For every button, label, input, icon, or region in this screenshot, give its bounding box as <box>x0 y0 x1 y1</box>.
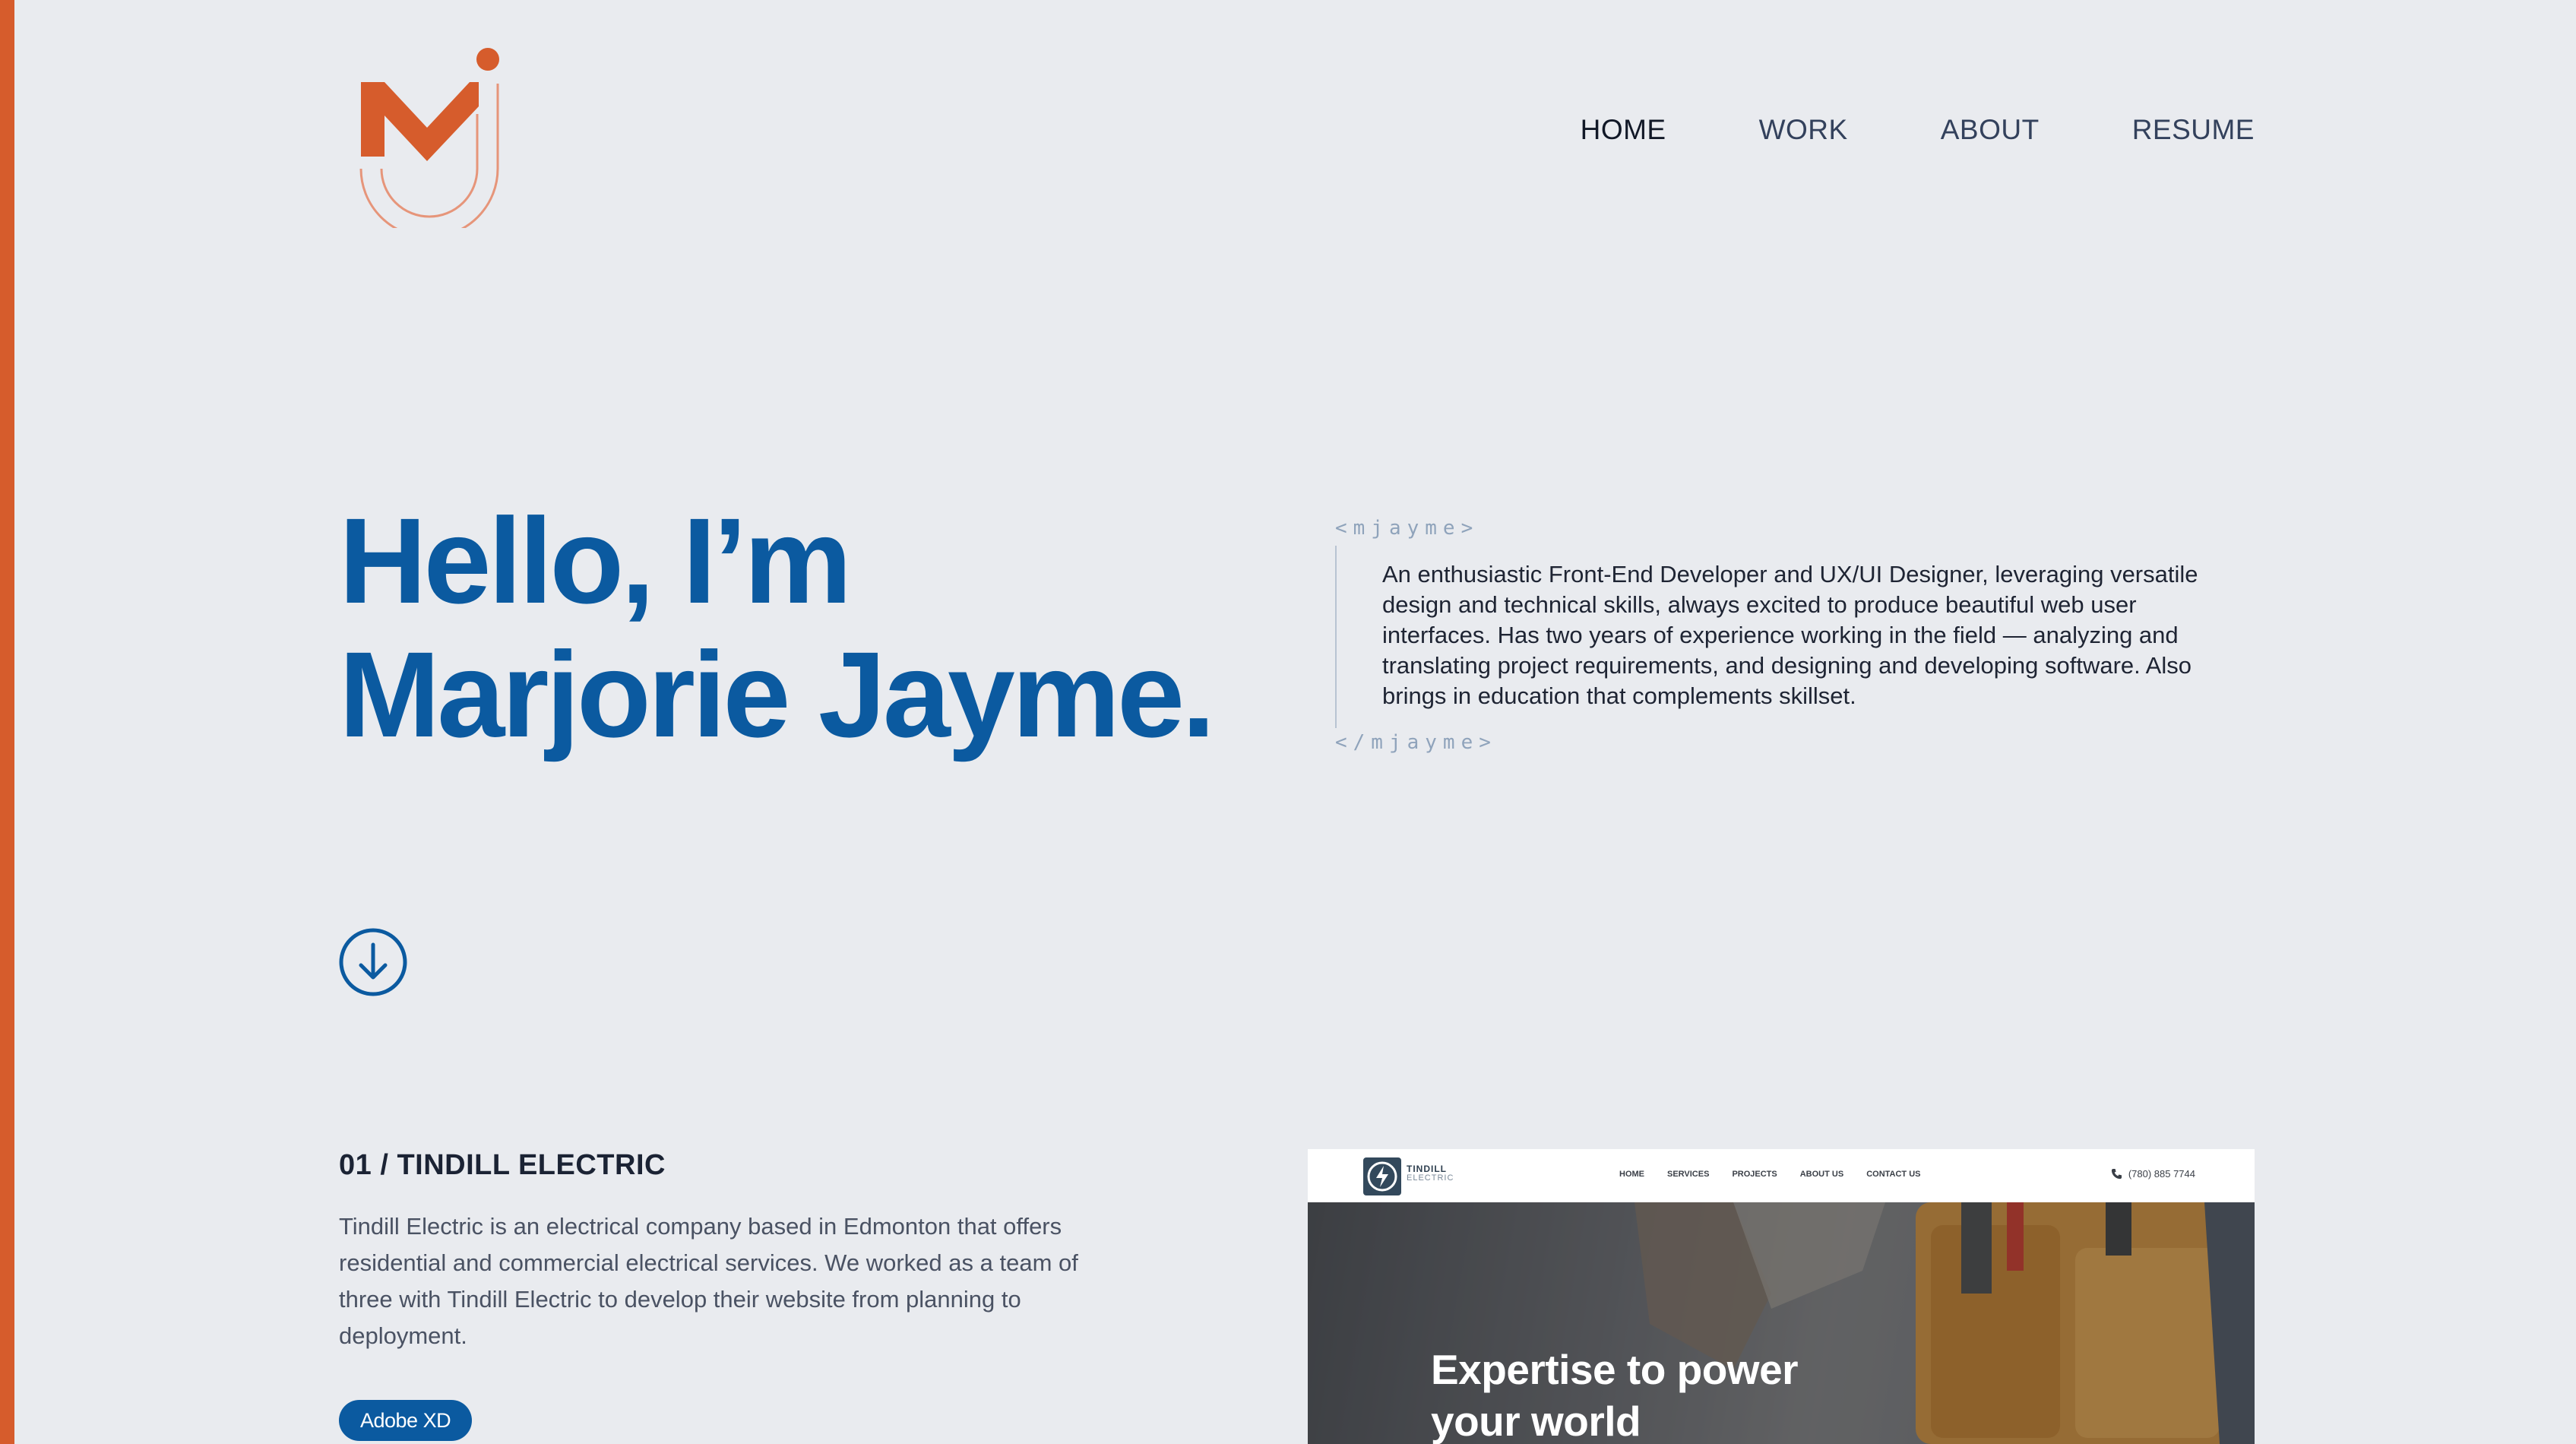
hero-title-line2: Marjorie Jayme. <box>339 626 1216 762</box>
preview-nav-about: ABOUT US <box>1799 1170 1844 1179</box>
nav-about[interactable]: ABOUT <box>1941 114 2040 146</box>
project-preview-image[interactable]: TINDILL ELECTRIC HOME SERVICES PROJECTS … <box>1308 1149 2255 1444</box>
code-tag-close: </mjayme> <box>1335 731 1497 754</box>
hero-title: Hello, I’m Marjorie Jayme. <box>339 492 1216 762</box>
preview-hero-heading: Expertise to power your world <box>1431 1344 1799 1444</box>
nav-resume[interactable]: RESUME <box>2132 114 2255 146</box>
preview-nav-services: SERVICES <box>1667 1170 1710 1179</box>
project-description: Tindill Electric is an electrical compan… <box>339 1213 1078 1349</box>
phone-icon <box>2111 1168 2122 1180</box>
preview-nav-contact: CONTACT US <box>1866 1170 1921 1179</box>
nav-work[interactable]: WORK <box>1759 114 1848 146</box>
hero-title-line1: Hello, I’m <box>339 492 852 629</box>
preview-hero: Expertise to power your world <box>1308 1202 2255 1444</box>
preview-nav-links: HOME SERVICES PROJECTS ABOUT US CONTACT … <box>1619 1170 1920 1179</box>
preview-brand-sub: ELECTRIC <box>1407 1173 1454 1183</box>
preview-phone-number: (780) 885 7744 <box>2128 1168 2195 1180</box>
intro-paragraph: An enthusiastic Front-End Developer and … <box>1382 561 2198 709</box>
portfolio-page: HOME WORK ABOUT RESUME Hello, I’m Marjor… <box>0 0 2576 1444</box>
intro-divider <box>1335 546 1337 728</box>
preview-nav-home: HOME <box>1619 1170 1644 1179</box>
tech-tag: Adobe XD <box>339 1400 473 1441</box>
mj-monogram-icon <box>359 48 499 239</box>
code-tag-open: <mjayme> <box>1335 517 1479 540</box>
tindill-logo-icon <box>1363 1157 1401 1195</box>
preview-phone: (780) 885 7744 <box>2111 1168 2195 1180</box>
project-title: 01 / TINDILL ELECTRIC <box>339 1149 666 1181</box>
preview-hero-line1: Expertise to power <box>1431 1346 1799 1393</box>
arrow-down-circle-icon <box>339 928 407 996</box>
preview-brand: TINDILL <box>1407 1164 1447 1174</box>
preview-hero-line2: your world <box>1431 1398 1641 1444</box>
accent-side-stripe <box>0 0 14 1444</box>
main-nav: HOME WORK ABOUT RESUME <box>1581 114 2255 146</box>
scroll-down-button[interactable] <box>339 928 407 996</box>
preview-nav-projects: PROJECTS <box>1732 1170 1777 1179</box>
preview-navbar: TINDILL ELECTRIC HOME SERVICES PROJECTS … <box>1308 1149 2255 1202</box>
mj-logo[interactable] <box>357 46 509 239</box>
nav-home[interactable]: HOME <box>1581 114 1666 146</box>
